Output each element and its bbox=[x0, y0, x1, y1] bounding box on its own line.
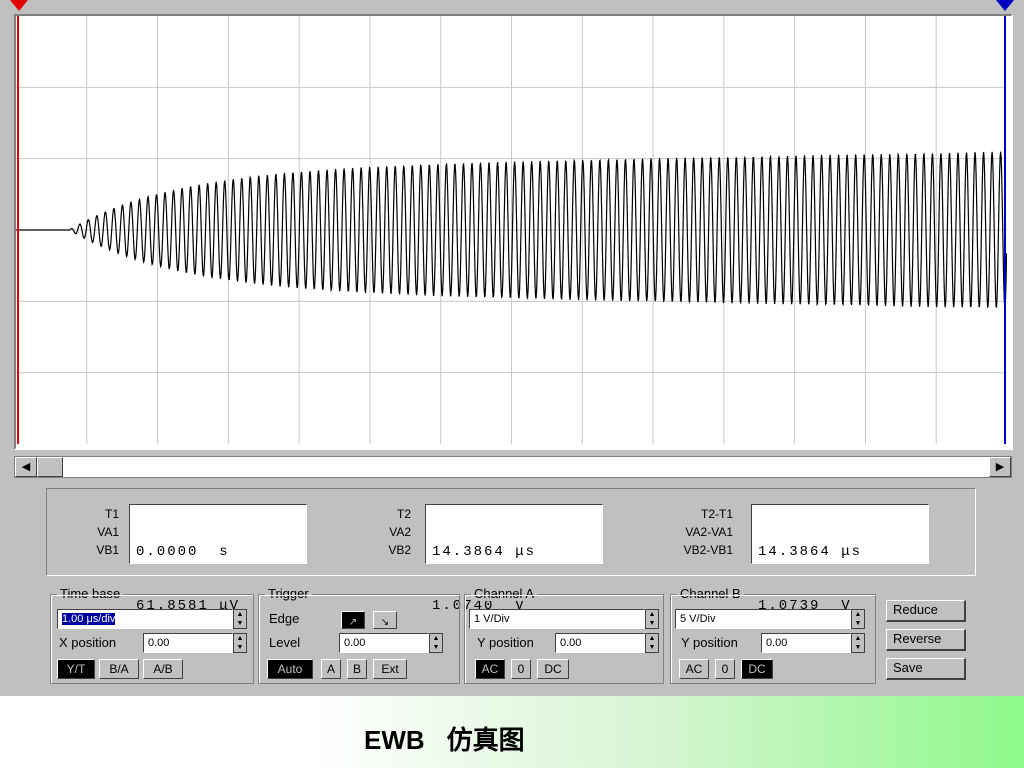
diff-labels: T2-T1 VA2-VA1 VB2-VB1 bbox=[651, 505, 733, 559]
falling-edge-icon: ↘ bbox=[380, 617, 390, 628]
t2-labels: T2 VA2 VB2 bbox=[353, 505, 411, 559]
channel-b-ypos-spinner[interactable]: ▲ ▼ bbox=[851, 633, 865, 653]
x-position-input[interactable]: 0.00 bbox=[143, 633, 233, 653]
mode-ba-button[interactable]: B/A bbox=[99, 659, 139, 679]
channel-a-scale-spinner[interactable]: ▲ ▼ bbox=[645, 609, 659, 629]
arrow-right-icon: ▶ bbox=[995, 461, 1005, 473]
timebase-select[interactable]: 1.00 μs/div bbox=[57, 609, 233, 629]
level-spinner[interactable]: ▲ ▼ bbox=[429, 633, 443, 653]
t1-labels: T1 VA1 VB1 bbox=[57, 505, 119, 559]
vb2-label: VB2 bbox=[388, 543, 411, 557]
rising-edge-icon: ↗ bbox=[348, 617, 358, 628]
scroll-left-button[interactable]: ◀ bbox=[15, 457, 37, 477]
channel-a-group: Channel A 1 V/Div ▲ ▼ Y position 0.00 ▲ ▼ … bbox=[464, 586, 664, 684]
channel-b-ypos-label: Y position bbox=[681, 635, 738, 650]
channel-b-ypos-input[interactable]: 0.00 bbox=[761, 633, 851, 653]
edge-label: Edge bbox=[269, 611, 300, 626]
t2-label: T2 bbox=[396, 507, 411, 521]
caption-simulation: 仿真图 bbox=[446, 726, 525, 756]
trigger-group: Trigger Edge ↗ ↘ Level 0.00 ▲ ▼ Auto A B … bbox=[258, 586, 460, 684]
slide-caption: EWB 仿真图 bbox=[364, 720, 525, 757]
reduce-button[interactable]: Reduce bbox=[886, 600, 966, 622]
trigger-b-button[interactable]: B bbox=[347, 659, 367, 679]
mode-ab-button[interactable]: A/B bbox=[143, 659, 183, 679]
channel-a-scale-select[interactable]: 1 V/Div bbox=[469, 609, 645, 629]
trigger-ext-button[interactable]: Ext bbox=[373, 659, 407, 679]
save-button[interactable]: Save bbox=[886, 658, 966, 680]
mode-yt-button[interactable]: Y/T bbox=[57, 659, 95, 679]
channel-a-ypos-input[interactable]: 0.00 bbox=[555, 633, 645, 653]
channel-b-ac-button[interactable]: AC bbox=[679, 659, 709, 679]
channel-a-zero-button[interactable]: 0 bbox=[511, 659, 531, 679]
t2-t1-value: 14.3864 μs bbox=[758, 544, 863, 560]
va2-label: VA2 bbox=[389, 525, 411, 539]
channel-b-dc-button[interactable]: DC bbox=[741, 659, 773, 679]
timebase-group: Time base 1.00 μs/div ▲ ▼ X position 0.00… bbox=[50, 586, 254, 684]
timebase-title: Time base bbox=[57, 586, 124, 601]
caption-ewb: EWB bbox=[364, 725, 425, 755]
channel-b-title: Channel B bbox=[677, 586, 744, 601]
trigger-title: Trigger bbox=[265, 586, 312, 601]
channel-b-group: Channel B 5 V/Div ▲ ▼ Y position 0.00 ▲ ▼ … bbox=[670, 586, 876, 684]
horizontal-scrollbar[interactable]: ◀ ▶ bbox=[14, 456, 1012, 478]
level-label: Level bbox=[269, 635, 301, 650]
timebase-spinner[interactable]: ▲ ▼ bbox=[233, 609, 247, 629]
va2-va1-label: VA2-VA1 bbox=[685, 525, 733, 539]
channel-a-ypos-spinner[interactable]: ▲ ▼ bbox=[645, 633, 659, 653]
t1-value: 0.0000 s bbox=[136, 544, 230, 560]
scope-display bbox=[14, 14, 1013, 450]
channel-a-ac-button[interactable]: AC bbox=[475, 659, 505, 679]
t2-readout: 14.3864 μs 1.0740 V bbox=[425, 504, 603, 614]
trigger-auto-button[interactable]: Auto bbox=[267, 659, 313, 679]
timebase-value: 1.00 μs/div bbox=[62, 613, 116, 625]
channel-b-scale-select[interactable]: 5 V/Div bbox=[675, 609, 851, 629]
channel-b-zero-button[interactable]: 0 bbox=[715, 659, 735, 679]
diff-readout: 14.3864 μs 1.0739 V bbox=[751, 504, 929, 614]
falling-edge-button[interactable]: ↘ bbox=[373, 611, 397, 629]
t1-label: T1 bbox=[104, 507, 119, 521]
x-position-label: X position bbox=[59, 635, 117, 650]
cursor-2-marker[interactable] bbox=[996, 0, 1014, 12]
t1-readout: 0.0000 s 61.8581 μV bbox=[129, 504, 307, 614]
scroll-thumb[interactable] bbox=[37, 457, 63, 477]
rising-edge-button[interactable]: ↗ bbox=[341, 611, 365, 629]
trigger-a-button[interactable]: A bbox=[321, 659, 341, 679]
level-input[interactable]: 0.00 bbox=[339, 633, 429, 653]
t2-value: 14.3864 μs bbox=[432, 544, 537, 560]
va1-label: VA1 bbox=[97, 525, 119, 539]
vb2-vb1-label: VB2-VB1 bbox=[683, 543, 733, 557]
channel-a-title: Channel A bbox=[471, 586, 537, 601]
reverse-button[interactable]: Reverse bbox=[886, 629, 966, 651]
vb1-label: VB1 bbox=[96, 543, 119, 557]
oscilloscope-window: ◀ ▶ T1 VA1 VB1 0.0000 s 61.8581 μV T2 VA… bbox=[0, 0, 1024, 696]
channel-a-ypos-label: Y position bbox=[477, 635, 534, 650]
channel-b-scale-spinner[interactable]: ▲ ▼ bbox=[851, 609, 865, 629]
arrow-left-icon: ◀ bbox=[21, 461, 31, 473]
scroll-right-button[interactable]: ▶ bbox=[989, 457, 1011, 477]
x-position-spinner[interactable]: ▲ ▼ bbox=[233, 633, 247, 653]
scope-plot bbox=[16, 16, 1007, 444]
channel-a-dc-button[interactable]: DC bbox=[537, 659, 569, 679]
cursor-readout-panel: T1 VA1 VB1 0.0000 s 61.8581 μV T2 VA2 VB… bbox=[46, 488, 976, 614]
cursor-1-marker[interactable] bbox=[10, 0, 28, 12]
t2-t1-label: T2-T1 bbox=[700, 507, 733, 521]
